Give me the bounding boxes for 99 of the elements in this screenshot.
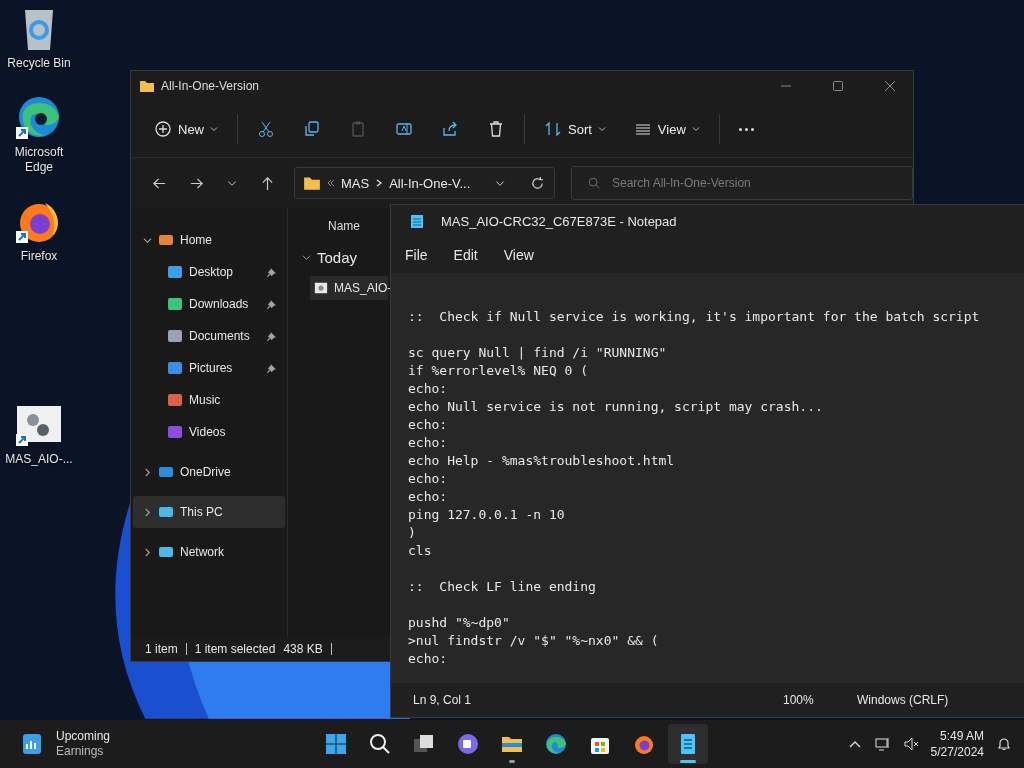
trash-icon [487,120,505,138]
menu-item[interactable]: View [503,247,534,263]
sidebar-item[interactable]: Network [133,536,285,568]
scissors-icon [257,120,275,138]
new-button[interactable]: New [143,114,229,144]
caret-icon [597,125,606,133]
status-text: 100% [783,693,815,707]
breadcrumb-item[interactable]: MAS [341,175,370,191]
sidebar-item[interactable]: Music [133,384,285,416]
code-line: echo Help - %mas%troubleshoot.html [408,452,676,470]
code-line: echo: [408,470,449,488]
folder-icon [303,174,321,192]
chevron-icon[interactable] [143,467,152,477]
sidebar-item[interactable]: OneDrive [133,456,285,488]
sidebar-item[interactable]: Desktop [133,256,285,288]
address-bar[interactable]: MAS All-In-One-V... [294,167,555,199]
rename-icon [395,120,413,138]
window-title: MAS_AIO-CRC32_C67E873E - Notepad [441,213,677,229]
house-icon [158,232,174,248]
code-line: ) [408,524,417,542]
cloud-icon [158,464,174,480]
code-line: >nul findstr /v "$" "%~nx0" && ( [408,632,660,650]
network-icon[interactable] [874,736,891,752]
status-text: 438 KB [283,642,323,656]
clock-date[interactable]: 5/27/2024 [930,744,984,760]
chevron-icon[interactable] [143,235,152,245]
taskbar-button[interactable] [668,724,708,764]
code-line: cls [408,542,433,560]
widget-title[interactable]: Upcoming [56,729,111,744]
code-line: echo: [408,488,449,506]
chart-icon[interactable] [20,732,44,756]
browser-icon [544,732,568,756]
download-icon [167,296,183,312]
search-icon [368,732,392,756]
code-line: echo: [408,434,449,452]
chevron-right-icon[interactable] [375,179,384,187]
sidebar-item[interactable]: Pictures [133,352,285,384]
windows-logo-icon [324,732,348,756]
code-line: sc query Null | find /i "RUNNING" [408,344,668,362]
desktop-icon-label: Recycle Bin [6,56,72,71]
sidebar-item[interactable]: Downloads [133,288,285,320]
search-field[interactable]: Search All-In-One-Version [571,166,913,200]
status-text: 1 item selected [194,642,276,656]
code-line: :: Check if Null service is working, it's important for the batch script [408,308,981,326]
view-button[interactable]: View [622,114,711,144]
code-line: echo: [408,416,449,434]
desktop-icon [167,264,183,280]
double-chevron-icon[interactable] [327,179,335,187]
caret-icon [691,125,700,133]
share-icon [441,120,459,138]
picture-icon [167,360,183,376]
chevron-icon[interactable] [302,252,311,262]
network-icon [158,544,174,560]
plus-circle-icon [154,120,172,138]
clock-time[interactable]: 5:49 AM [939,728,984,744]
bell-icon[interactable] [996,736,1012,752]
breadcrumb-item[interactable]: All-In-One-V... [389,175,471,191]
notepad-icon [409,213,425,229]
file-icon [314,281,328,295]
music-icon [167,392,183,408]
chat-icon [456,732,480,756]
widget-subtitle[interactable]: Earnings [56,744,111,759]
window-title: All-In-One-Version [161,79,260,93]
document-icon [167,328,183,344]
desktop-icon-label: Microsoft Edge [13,145,65,175]
caret-icon [210,125,218,133]
clipboard-icon [349,120,367,138]
chevron-icon[interactable] [143,507,152,517]
column-header[interactable]: Name [328,219,360,233]
volume-muted-icon[interactable] [902,736,919,752]
group-header[interactable]: Today [302,244,358,270]
menu-item[interactable]: File [405,247,428,263]
menu-item[interactable]: Edit [453,247,478,263]
file-row[interactable]: MAS_AIO- [310,276,388,300]
copy-icon [303,120,321,138]
video-icon [167,424,183,440]
more-icon [738,127,754,131]
code-line: echo: [408,380,449,398]
sidebar-item[interactable]: Videos [133,416,285,448]
folder-icon [139,78,155,94]
sidebar-item[interactable]: This PC [133,496,285,528]
chevron-icon[interactable] [143,547,152,557]
code-line: ping 127.0.0.1 -n 10 [408,506,566,524]
sidebar-item[interactable]: Documents [133,320,285,352]
code-line: echo: [408,650,449,668]
code-line: pushd "%~dp0" [408,614,511,632]
code-line: echo Null service is not running, script may crash... [408,398,824,416]
status-text: 1 item [145,642,178,656]
desktop-icon-label: MAS_AIO-... [4,452,74,467]
sort-icon [544,120,562,138]
status-text: Ln 9, Col 1 [413,693,473,707]
computer-icon [158,504,174,520]
code-line: if %errorlevel% NEQ 0 ( [408,362,589,380]
code-line: :: Check LF line ending [408,578,597,596]
status-text: Windows (CRLF) [857,693,949,707]
sidebar-item[interactable]: Home [133,224,285,256]
sort-button[interactable]: Sort [533,114,617,144]
desktop-icon-label: Firefox [19,249,59,264]
search-icon [587,176,601,190]
